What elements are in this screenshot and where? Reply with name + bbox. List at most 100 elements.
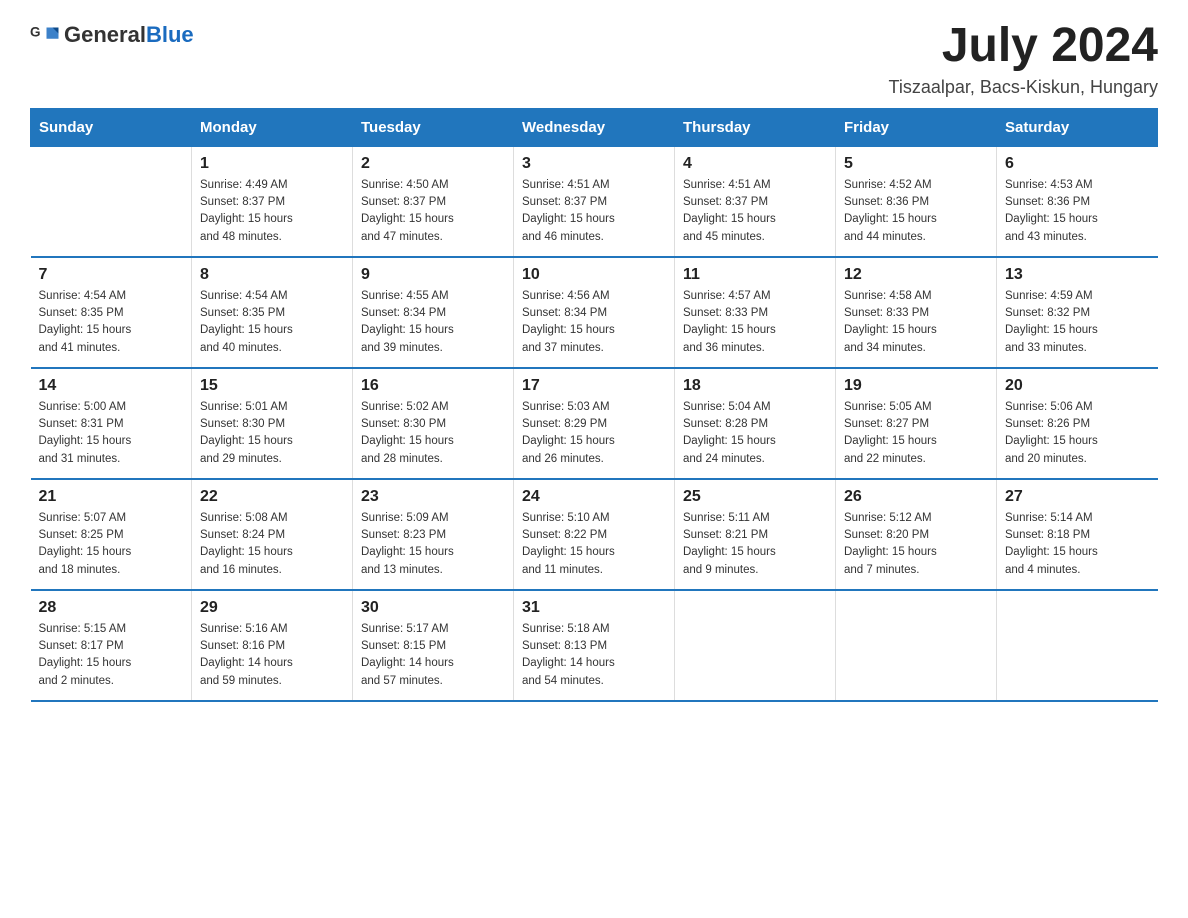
day-info: Sunrise: 4:50 AMSunset: 8:37 PMDaylight:… (361, 177, 505, 246)
calendar-week-2: 7 Sunrise: 4:54 AMSunset: 8:35 PMDaylight… (31, 257, 1158, 368)
day-info: Sunrise: 5:06 AMSunset: 8:26 PMDaylight:… (1005, 399, 1150, 468)
calendar-cell: 1Sunrise: 4:49 AMSunset: 8:37 PMDaylight… (192, 146, 353, 257)
calendar-cell: 20 Sunrise: 5:06 AMSunset: 8:26 PMDayligh… (997, 368, 1158, 479)
calendar-cell: 7 Sunrise: 4:54 AMSunset: 8:35 PMDaylight… (31, 257, 192, 368)
calendar-cell: 27 Sunrise: 5:14 AMSunset: 8:18 PMDayligh… (997, 479, 1158, 590)
day-number: 12 (844, 266, 988, 284)
day-number: 7 (39, 266, 184, 284)
calendar-cell: 15 Sunrise: 5:01 AMSunset: 8:30 PMDayligh… (192, 368, 353, 479)
day-number: 14 (39, 377, 184, 395)
calendar-cell: 28Sunrise: 5:15 AMSunset: 8:17 PMDayligh… (31, 590, 192, 701)
calendar-week-4: 21 Sunrise: 5:07 AMSunset: 8:25 PMDayligh… (31, 479, 1158, 590)
day-number: 11 (683, 266, 827, 284)
day-info: Sunrise: 5:07 AMSunset: 8:25 PMDaylight:… (39, 510, 184, 579)
day-info: Sunrise: 4:51 AMSunset: 8:37 PMDaylight:… (683, 177, 827, 246)
day-info: Sunrise: 5:00 AMSunset: 8:31 PMDaylight:… (39, 399, 184, 468)
location-subtitle: Tiszaalpar, Bacs-Kiskun, Hungary (889, 77, 1158, 98)
month-year-title: July 2024 (889, 20, 1158, 73)
logo-blue-text: Blue (146, 22, 194, 47)
day-of-week-saturday: Saturday (997, 108, 1158, 146)
day-info: Sunrise: 5:12 AMSunset: 8:20 PMDaylight:… (844, 510, 988, 579)
page-header: G GeneralBlue July 2024 Tiszaalpar, Bacs… (30, 20, 1158, 98)
day-of-week-friday: Friday (836, 108, 997, 146)
day-info: Sunrise: 5:09 AMSunset: 8:23 PMDaylight:… (361, 510, 505, 579)
logo-general-text: General (64, 22, 146, 47)
calendar-body: 1Sunrise: 4:49 AMSunset: 8:37 PMDaylight… (31, 146, 1158, 701)
day-number: 8 (200, 266, 344, 284)
day-info: Sunrise: 4:55 AMSunset: 8:34 PMDaylight:… (361, 288, 505, 357)
day-info: Sunrise: 4:59 AMSunset: 8:32 PMDaylight:… (1005, 288, 1150, 357)
calendar-cell (675, 590, 836, 701)
calendar-cell: 16Sunrise: 5:02 AMSunset: 8:30 PMDayligh… (353, 368, 514, 479)
calendar-cell: 18Sunrise: 5:04 AMSunset: 8:28 PMDayligh… (675, 368, 836, 479)
day-info: Sunrise: 4:54 AMSunset: 8:35 PMDaylight:… (200, 288, 344, 357)
calendar-cell: 19Sunrise: 5:05 AMSunset: 8:27 PMDayligh… (836, 368, 997, 479)
day-number: 25 (683, 488, 827, 506)
day-info: Sunrise: 4:52 AMSunset: 8:36 PMDaylight:… (844, 177, 988, 246)
day-number: 16 (361, 377, 505, 395)
day-info: Sunrise: 5:17 AMSunset: 8:15 PMDaylight:… (361, 621, 505, 690)
day-info: Sunrise: 4:49 AMSunset: 8:37 PMDaylight:… (200, 177, 344, 246)
calendar-cell: 10Sunrise: 4:56 AMSunset: 8:34 PMDayligh… (514, 257, 675, 368)
calendar-header: SundayMondayTuesdayWednesdayThursdayFrid… (31, 108, 1158, 146)
day-info: Sunrise: 5:14 AMSunset: 8:18 PMDaylight:… (1005, 510, 1150, 579)
calendar-cell: 9 Sunrise: 4:55 AMSunset: 8:34 PMDaylight… (353, 257, 514, 368)
calendar-cell: 30 Sunrise: 5:17 AMSunset: 8:15 PMDayligh… (353, 590, 514, 701)
calendar-cell: 21 Sunrise: 5:07 AMSunset: 8:25 PMDayligh… (31, 479, 192, 590)
day-number: 6 (1005, 155, 1150, 173)
day-info: Sunrise: 5:10 AMSunset: 8:22 PMDaylight:… (522, 510, 666, 579)
day-number: 2 (361, 155, 505, 173)
calendar-cell: 13Sunrise: 4:59 AMSunset: 8:32 PMDayligh… (997, 257, 1158, 368)
calendar-cell: 2 Sunrise: 4:50 AMSunset: 8:37 PMDaylight… (353, 146, 514, 257)
calendar-cell: 11Sunrise: 4:57 AMSunset: 8:33 PMDayligh… (675, 257, 836, 368)
day-of-week-sunday: Sunday (31, 108, 192, 146)
calendar-cell: 3 Sunrise: 4:51 AMSunset: 8:37 PMDaylight… (514, 146, 675, 257)
day-info: Sunrise: 4:54 AMSunset: 8:35 PMDaylight:… (39, 288, 184, 357)
calendar-cell (836, 590, 997, 701)
calendar-cell: 23Sunrise: 5:09 AMSunset: 8:23 PMDayligh… (353, 479, 514, 590)
day-number: 31 (522, 599, 666, 617)
day-number: 24 (522, 488, 666, 506)
day-number: 10 (522, 266, 666, 284)
day-number: 28 (39, 599, 184, 617)
day-of-week-tuesday: Tuesday (353, 108, 514, 146)
title-block: July 2024 Tiszaalpar, Bacs-Kiskun, Hunga… (889, 20, 1158, 98)
day-number: 20 (1005, 377, 1150, 395)
calendar-week-3: 14 Sunrise: 5:00 AMSunset: 8:31 PMDayligh… (31, 368, 1158, 479)
day-number: 15 (200, 377, 344, 395)
day-number: 9 (361, 266, 505, 284)
day-number: 21 (39, 488, 184, 506)
calendar-cell: 22Sunrise: 5:08 AMSunset: 8:24 PMDayligh… (192, 479, 353, 590)
day-info: Sunrise: 4:58 AMSunset: 8:33 PMDaylight:… (844, 288, 988, 357)
day-number: 27 (1005, 488, 1150, 506)
day-number: 18 (683, 377, 827, 395)
day-number: 30 (361, 599, 505, 617)
day-info: Sunrise: 5:01 AMSunset: 8:30 PMDaylight:… (200, 399, 344, 468)
calendar-cell: 31 Sunrise: 5:18 AMSunset: 8:13 PMDayligh… (514, 590, 675, 701)
calendar-cell: 4 Sunrise: 4:51 AMSunset: 8:37 PMDaylight… (675, 146, 836, 257)
day-info: Sunrise: 4:51 AMSunset: 8:37 PMDaylight:… (522, 177, 666, 246)
day-info: Sunrise: 5:05 AMSunset: 8:27 PMDaylight:… (844, 399, 988, 468)
calendar-cell: 24 Sunrise: 5:10 AMSunset: 8:22 PMDayligh… (514, 479, 675, 590)
day-number: 5 (844, 155, 988, 173)
calendar-cell: 5 Sunrise: 4:52 AMSunset: 8:36 PMDaylight… (836, 146, 997, 257)
calendar-cell: 14 Sunrise: 5:00 AMSunset: 8:31 PMDayligh… (31, 368, 192, 479)
calendar-table: SundayMondayTuesdayWednesdayThursdayFrid… (30, 108, 1158, 702)
day-info: Sunrise: 5:18 AMSunset: 8:13 PMDaylight:… (522, 621, 666, 690)
calendar-cell (997, 590, 1158, 701)
calendar-week-1: 1Sunrise: 4:49 AMSunset: 8:37 PMDaylight… (31, 146, 1158, 257)
calendar-cell: 17Sunrise: 5:03 AMSunset: 8:29 PMDayligh… (514, 368, 675, 479)
day-number: 29 (200, 599, 344, 617)
day-number: 26 (844, 488, 988, 506)
day-info: Sunrise: 5:03 AMSunset: 8:29 PMDaylight:… (522, 399, 666, 468)
calendar-cell: 29Sunrise: 5:16 AMSunset: 8:16 PMDayligh… (192, 590, 353, 701)
calendar-cell: 6Sunrise: 4:53 AMSunset: 8:36 PMDaylight… (997, 146, 1158, 257)
logo: G GeneralBlue (30, 20, 194, 50)
logo-icon: G (30, 20, 60, 50)
days-of-week-row: SundayMondayTuesdayWednesdayThursdayFrid… (31, 108, 1158, 146)
calendar-cell: 12 Sunrise: 4:58 AMSunset: 8:33 PMDayligh… (836, 257, 997, 368)
day-of-week-monday: Monday (192, 108, 353, 146)
day-number: 4 (683, 155, 827, 173)
calendar-week-5: 28Sunrise: 5:15 AMSunset: 8:17 PMDayligh… (31, 590, 1158, 701)
day-number: 3 (522, 155, 666, 173)
